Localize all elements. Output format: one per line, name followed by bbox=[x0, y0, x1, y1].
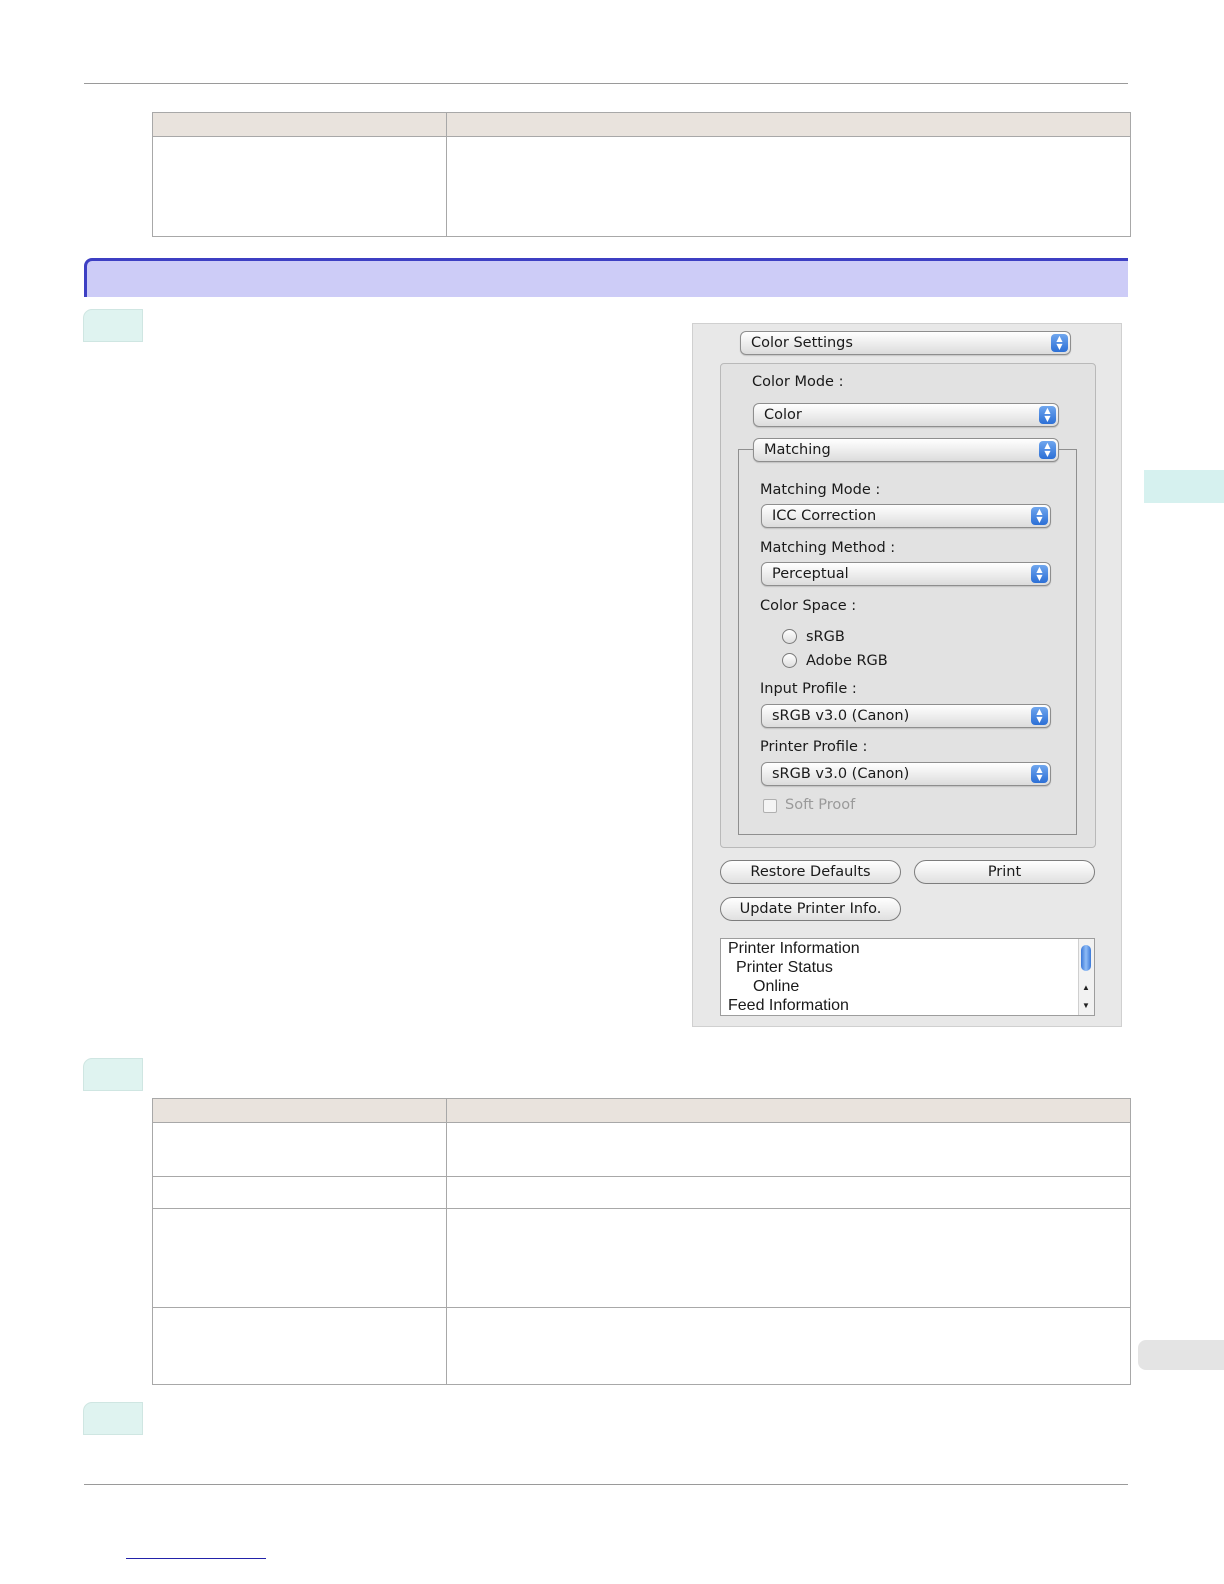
update-printer-info-button[interactable]: Update Printer Info. bbox=[720, 897, 901, 921]
list-item: Online bbox=[753, 978, 800, 995]
list-scrollbar[interactable]: ▲ ▼ bbox=[1078, 939, 1094, 1015]
printer-info-list[interactable]: Printer Information Printer Status Onlin… bbox=[720, 938, 1095, 1016]
matching-mode-popup[interactable]: ICC Correction ▲ ▼ bbox=[761, 504, 1051, 528]
panel-popup[interactable]: Color Settings ▲ ▼ bbox=[740, 331, 1071, 355]
matching-mode-value: ICC Correction bbox=[772, 508, 877, 524]
table-row bbox=[152, 1208, 1131, 1308]
input-profile-value: sRGB v3.0 (Canon) bbox=[772, 708, 910, 724]
input-profile-popup[interactable]: sRGB v3.0 (Canon) ▲ ▼ bbox=[761, 704, 1051, 728]
table-row bbox=[152, 1176, 1131, 1209]
header-rule bbox=[84, 83, 1128, 84]
matching-popup-value: Matching bbox=[764, 442, 831, 458]
table-cell bbox=[152, 1307, 447, 1385]
table-cell bbox=[152, 1122, 447, 1177]
list-item: Printer Information bbox=[728, 940, 860, 957]
color-mode-popup[interactable]: Color ▲ ▼ bbox=[753, 403, 1059, 427]
page-side-tab bbox=[1138, 1340, 1224, 1370]
scroll-up-arrow-icon[interactable]: ▲ bbox=[1082, 983, 1090, 992]
restore-defaults-button[interactable]: Restore Defaults bbox=[720, 860, 901, 884]
matching-popup[interactable]: Matching ▲ ▼ bbox=[753, 438, 1059, 462]
chapter-side-tab bbox=[1144, 470, 1224, 503]
top-table bbox=[152, 112, 1131, 237]
step-marker-2 bbox=[83, 1058, 143, 1091]
print-button[interactable]: Print bbox=[914, 860, 1095, 884]
table-cell bbox=[446, 1176, 1131, 1209]
soft-proof-label: Soft Proof bbox=[785, 797, 856, 813]
scroll-down-arrow-icon[interactable]: ▼ bbox=[1082, 1001, 1090, 1010]
table-row bbox=[152, 1122, 1131, 1177]
settings-table bbox=[152, 1098, 1131, 1385]
table-header-row bbox=[152, 1098, 1131, 1123]
table-cell bbox=[446, 1208, 1131, 1308]
table-header-cell bbox=[152, 1098, 447, 1123]
footer-rule bbox=[84, 1484, 1128, 1485]
table-cell bbox=[152, 1176, 447, 1209]
print-dialog: Color Settings ▲ ▼ Color Mode : Color ▲ ▼ … bbox=[692, 323, 1122, 1027]
list-item: Printer Status bbox=[736, 959, 833, 976]
adobe-rgb-radio[interactable] bbox=[782, 653, 797, 668]
color-space-label: Color Space : bbox=[760, 598, 857, 614]
soft-proof-checkbox[interactable] bbox=[763, 799, 777, 813]
srgb-radio[interactable] bbox=[782, 629, 797, 644]
matching-method-label: Matching Method : bbox=[760, 540, 896, 556]
popup-arrows-icon: ▲ ▼ bbox=[1031, 765, 1048, 783]
list-item: Feed Information bbox=[728, 997, 849, 1014]
printer-profile-label: Printer Profile : bbox=[760, 739, 868, 755]
popup-arrows-icon: ▲ ▼ bbox=[1031, 707, 1048, 725]
section-heading-bar bbox=[84, 258, 1128, 297]
table-header-cell bbox=[152, 112, 447, 137]
panel-popup-value: Color Settings bbox=[751, 335, 853, 351]
color-mode-value: Color bbox=[764, 407, 802, 423]
matching-mode-label: Matching Mode : bbox=[760, 482, 881, 498]
step-marker-3 bbox=[83, 1402, 143, 1435]
table-header-cell bbox=[446, 1098, 1131, 1123]
popup-arrows-icon: ▲ ▼ bbox=[1051, 334, 1068, 352]
popup-arrows-icon: ▲ ▼ bbox=[1031, 507, 1048, 525]
input-profile-label: Input Profile : bbox=[760, 681, 857, 697]
table-header-row bbox=[152, 112, 1131, 137]
table-cell bbox=[152, 136, 447, 237]
popup-arrows-icon: ▲ ▼ bbox=[1031, 565, 1048, 583]
matching-method-value: Perceptual bbox=[772, 566, 849, 582]
table-cell bbox=[446, 1307, 1131, 1385]
printer-profile-value: sRGB v3.0 (Canon) bbox=[772, 766, 910, 782]
table-cell bbox=[152, 1208, 447, 1308]
table-header-cell bbox=[446, 112, 1131, 137]
matching-method-popup[interactable]: Perceptual ▲ ▼ bbox=[761, 562, 1051, 586]
table-row bbox=[152, 136, 1131, 237]
popup-arrows-icon: ▲ ▼ bbox=[1039, 406, 1056, 424]
table-cell bbox=[446, 136, 1131, 237]
step-marker-1 bbox=[83, 309, 143, 342]
srgb-radio-label: sRGB bbox=[806, 629, 845, 645]
footer-link-underline[interactable] bbox=[126, 1558, 266, 1559]
popup-arrows-icon: ▲ ▼ bbox=[1039, 441, 1056, 459]
printer-profile-popup[interactable]: sRGB v3.0 (Canon) ▲ ▼ bbox=[761, 762, 1051, 786]
table-row bbox=[152, 1307, 1131, 1385]
adobe-rgb-radio-label: Adobe RGB bbox=[806, 653, 888, 669]
table-cell bbox=[446, 1122, 1131, 1177]
color-mode-label: Color Mode : bbox=[752, 374, 844, 390]
scroll-thumb[interactable] bbox=[1081, 945, 1091, 971]
